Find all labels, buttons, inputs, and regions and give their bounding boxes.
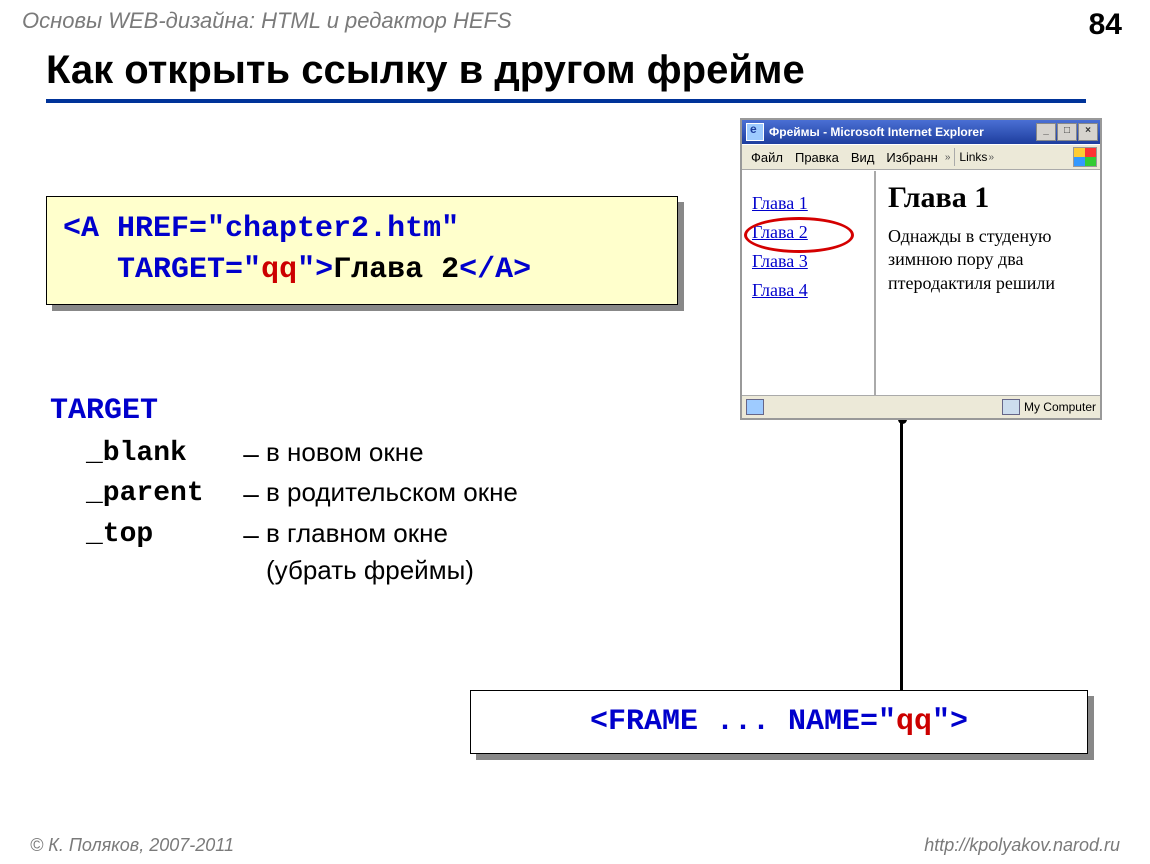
- target-name: _top: [86, 515, 236, 556]
- code-eq: =": [225, 253, 261, 287]
- code-target-attr: TARGET: [117, 253, 225, 287]
- menu-edit[interactable]: Правка: [795, 150, 839, 165]
- status-zone: My Computer: [1024, 400, 1096, 414]
- chevron-icon: »: [988, 152, 994, 163]
- code-indent: [63, 253, 117, 287]
- target-values-block: TARGET _blank – в новом окне _parent – в…: [50, 390, 518, 590]
- code-linktext: Глава 2: [333, 253, 459, 287]
- code-close: ">: [297, 253, 333, 287]
- frame-close: ">: [932, 705, 968, 739]
- browser-titlebar: Фреймы - Microsoft Internet Explorer _ □…: [742, 120, 1100, 144]
- content-text: Однажды в студеную зимнюю пору два птеро…: [888, 225, 1088, 295]
- dash: –: [236, 474, 266, 515]
- target-desc-line1: в главном окне: [266, 518, 448, 548]
- browser-statusbar: My Computer: [742, 395, 1100, 418]
- slide-title: Как открыть ссылку в другом фрейме: [46, 48, 1086, 103]
- target-desc: в главном окне (убрать фреймы): [266, 515, 474, 590]
- target-keyword: TARGET: [50, 390, 518, 434]
- nav-frame: Глава 1 Глава 2 Глава 3 Глава 4: [742, 171, 876, 395]
- code-href-val: ="chapter2.htm": [189, 212, 459, 246]
- browser-title: Фреймы - Microsoft Internet Explorer: [769, 125, 1036, 139]
- target-row-parent: _parent – в родительском окне: [86, 474, 518, 515]
- target-desc: в родительском окне: [266, 474, 518, 512]
- target-desc: в новом окне: [266, 434, 424, 472]
- code-closetag: </A>: [459, 253, 531, 287]
- menu-divider: [954, 148, 955, 166]
- windows-logo-icon: [1073, 147, 1097, 167]
- footer-url: http://kpolyakov.narod.ru: [924, 835, 1120, 856]
- target-name: _blank: [86, 434, 236, 475]
- browser-menubar: Файл Правка Вид Избранн» Links»: [742, 144, 1100, 170]
- code-tag-open: <A: [63, 212, 117, 246]
- frame-name-attr: NAME: [788, 705, 860, 739]
- minimize-button[interactable]: _: [1036, 123, 1056, 141]
- chapter-link-3[interactable]: Глава 3: [752, 251, 864, 272]
- target-row-blank: _blank – в новом окне: [86, 434, 518, 475]
- target-row-top: _top – в главном окне (убрать фреймы): [86, 515, 518, 590]
- code-href-attr: HREF: [117, 212, 189, 246]
- chevron-icon: »: [945, 152, 951, 163]
- frame-code-box: <FRAME ... NAME="qq">: [470, 690, 1088, 754]
- callout-line: [900, 420, 903, 690]
- page-number: 84: [1089, 8, 1122, 42]
- copyright: © К. Поляков, 2007-2011: [30, 835, 234, 856]
- close-button[interactable]: ×: [1078, 123, 1098, 141]
- course-title: Основы WEB-дизайна: HTML и редактор HEFS: [22, 8, 512, 34]
- menu-file[interactable]: Файл: [751, 150, 783, 165]
- dash: –: [236, 515, 266, 556]
- target-name: _parent: [86, 474, 236, 515]
- frame-open: <FRAME ...: [590, 705, 788, 739]
- chapter-link-1[interactable]: Глава 1: [752, 193, 864, 214]
- maximize-button[interactable]: □: [1057, 123, 1077, 141]
- menu-fav[interactable]: Избранн: [886, 150, 937, 165]
- frame-val: qq: [896, 705, 932, 739]
- computer-icon: [1002, 399, 1020, 415]
- ie-icon: [746, 123, 764, 141]
- frame-eq: =": [860, 705, 896, 739]
- code-target-val: qq: [261, 253, 297, 287]
- code-example-box: <A HREF="chapter2.htm" TARGET="qq">Глава…: [46, 196, 678, 305]
- browser-frameset: Глава 1 Глава 2 Глава 3 Глава 4 Глава 1 …: [742, 170, 1100, 395]
- links-label[interactable]: Links: [959, 150, 987, 164]
- highlight-circle: [744, 217, 854, 253]
- dash: –: [236, 434, 266, 475]
- content-heading: Глава 1: [888, 181, 1088, 215]
- chapter-link-4[interactable]: Глава 4: [752, 280, 864, 301]
- content-frame: Глава 1 Однажды в студеную зимнюю пору д…: [876, 171, 1100, 395]
- browser-window-mock: Фреймы - Microsoft Internet Explorer _ □…: [740, 118, 1102, 420]
- target-desc-line2: (убрать фреймы): [266, 555, 474, 585]
- ie-status-icon: [746, 399, 764, 415]
- menu-view[interactable]: Вид: [851, 150, 875, 165]
